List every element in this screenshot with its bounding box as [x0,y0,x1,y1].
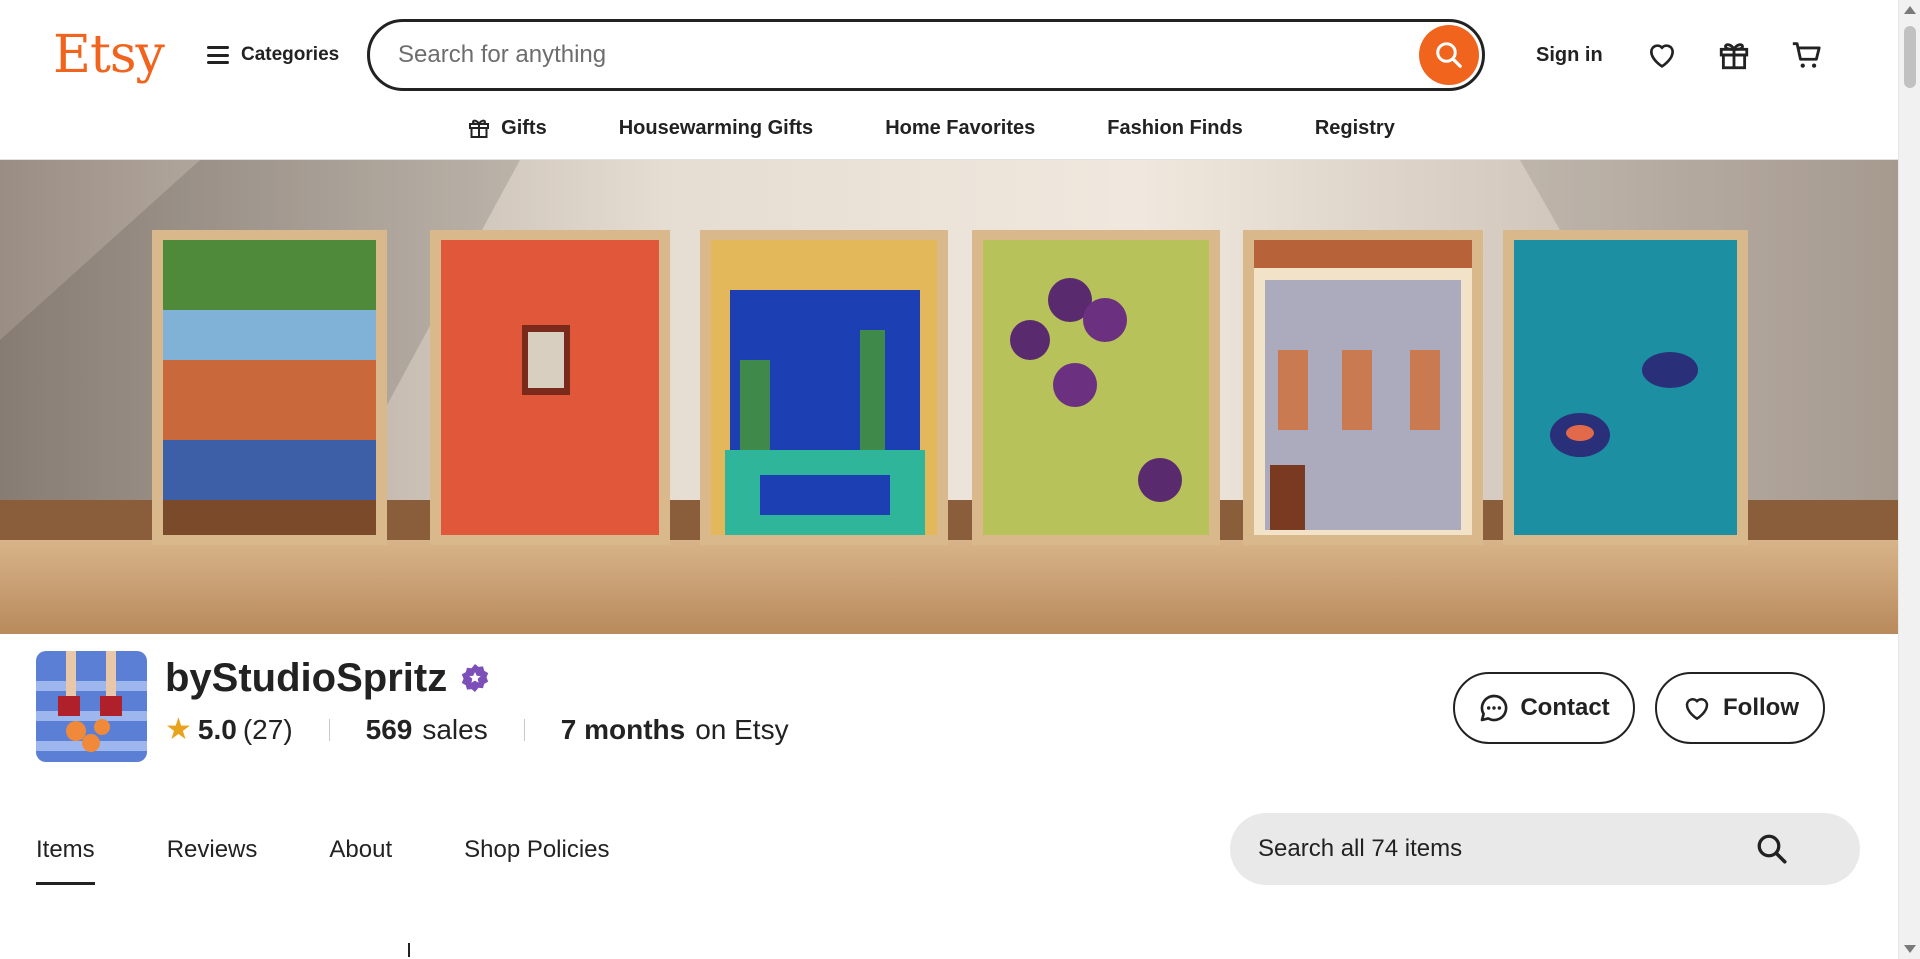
subnav-home-favorites[interactable]: Home Favorites [849,108,1071,148]
shop-banner-image [0,160,1898,634]
art-print-4 [972,230,1220,545]
sales-label: sales [422,714,488,745]
scroll-up-arrow[interactable] [1904,6,1916,14]
shop-search-input[interactable] [1258,813,1778,885]
shop-rating: 5.0 [197,714,237,745]
tab-shop-policies[interactable]: Shop Policies [464,832,609,868]
art-print-3 [700,230,948,545]
subnav-gifts[interactable]: Gifts [467,108,583,148]
star-seller-badge-icon [462,664,489,692]
shop-avatar[interactable] [36,651,147,762]
sales-count: 569 [365,714,413,745]
search-icon [1436,42,1462,68]
contact-label: Contact [1520,694,1610,721]
gift-mode-button[interactable] [1712,33,1756,77]
text-cursor [408,943,410,957]
tenure-label: on Etsy [695,714,789,745]
art-print-1 [152,230,387,545]
art-print-2 [430,230,670,545]
page-scrollbar[interactable] [1898,0,1920,959]
subnav-fashion-finds[interactable]: Fashion Finds [1071,108,1279,148]
tab-items[interactable]: Items [36,832,95,885]
scroll-thumb[interactable] [1904,26,1916,88]
tab-about[interactable]: About [329,832,392,868]
subnav-label: Fashion Finds [1107,117,1243,139]
tenure-value: 7 months [560,714,686,745]
cart-icon [1792,42,1821,68]
site-header: Etsy Categories Sign in [0,0,1898,160]
subnav-label: Gifts [501,117,547,139]
follow-label: Follow [1723,694,1799,721]
search-input[interactable] [398,22,1378,88]
shop-name-row: byStudioSpritz [165,652,491,704]
stats-divider [523,719,525,741]
shop-search-button[interactable] [1754,831,1790,872]
gift-icon [1719,43,1749,70]
stats-divider [328,719,330,741]
tab-reviews[interactable]: Reviews [167,832,258,868]
subnav-label: Home Favorites [885,117,1036,139]
favorites-button[interactable] [1640,33,1684,77]
cart-button[interactable] [1785,33,1829,77]
sign-in-link[interactable]: Sign in [1536,40,1603,70]
subnav-housewarming-gifts[interactable]: Housewarming Gifts [583,108,849,148]
art-print-6 [1503,230,1748,545]
follow-button[interactable]: Follow [1655,672,1825,744]
gift-icon [469,119,490,138]
menu-icon [207,46,229,64]
contact-button[interactable]: Contact [1453,672,1635,744]
scroll-down-arrow[interactable] [1904,945,1916,953]
art-print-5 [1243,230,1483,545]
shop-name: byStudioSpritz [165,656,448,700]
chat-icon [1480,694,1508,722]
global-search [367,19,1485,91]
search-button[interactable] [1419,25,1479,85]
subnav: Gifts Housewarming Gifts Home Favorites … [0,108,1898,148]
heart-icon [1649,44,1675,68]
heart-icon [1685,698,1709,721]
star-icon: ★ [165,713,192,746]
shop-search [1230,813,1860,885]
shop-stats: ★ 5.0 (27) 569 sales 7 months on Etsy [165,710,789,750]
subnav-label: Housewarming Gifts [618,117,814,139]
categories-label: Categories [241,44,340,65]
etsy-logo[interactable]: Etsy [53,20,165,90]
search-icon [1757,834,1787,864]
shop-tabs: Items Reviews About Shop Policies [36,832,610,885]
review-count[interactable]: (27) [243,710,293,750]
categories-button[interactable]: Categories [207,38,339,72]
subnav-registry[interactable]: Registry [1279,108,1431,148]
subnav-label: Registry [1314,117,1395,139]
